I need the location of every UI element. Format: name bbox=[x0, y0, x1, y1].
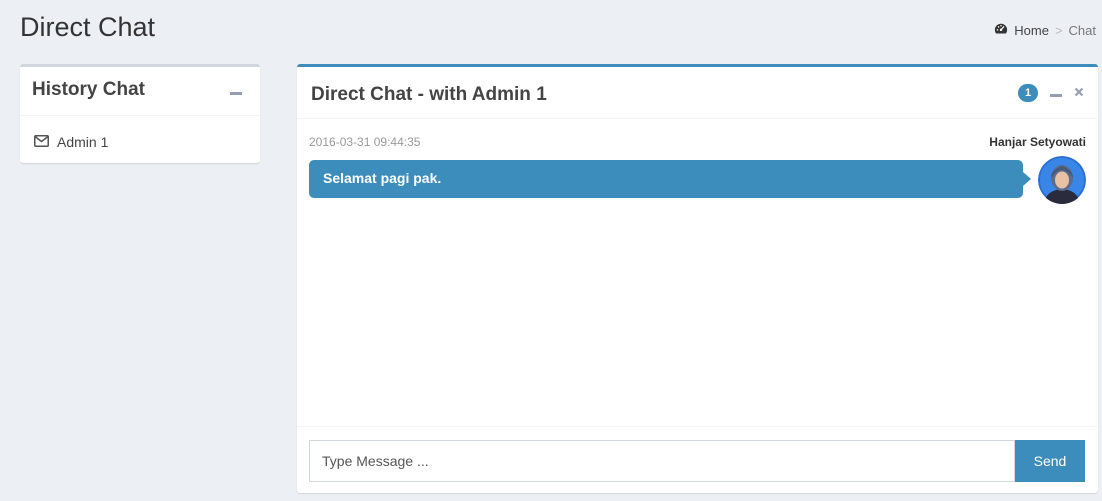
chat-box-header: Direct Chat - with Admin 1 1 bbox=[297, 67, 1098, 119]
dashboard-icon bbox=[994, 22, 1008, 39]
history-box-tools bbox=[230, 67, 242, 115]
breadcrumb-current: Chat bbox=[1068, 23, 1096, 38]
message-sender: Hanjar Setyowati bbox=[989, 135, 1086, 149]
direct-chat-box: Direct Chat - with Admin 1 1 2016-03-31 … bbox=[297, 64, 1098, 493]
new-message-badge: 1 bbox=[1018, 83, 1038, 102]
history-chat-box: History Chat Admin 1 bbox=[20, 64, 260, 163]
history-box-title: History Chat bbox=[32, 79, 145, 100]
history-box-header: History Chat bbox=[20, 67, 260, 116]
page-title: Direct Chat bbox=[20, 12, 156, 42]
breadcrumb-home-link[interactable]: Home bbox=[1014, 23, 1049, 38]
breadcrumb: Home > Chat bbox=[994, 22, 1096, 39]
message-input[interactable] bbox=[309, 440, 1015, 482]
message-timestamp: 2016-03-31 09:44:35 bbox=[309, 135, 421, 149]
message-meta: 2016-03-31 09:44:35 Hanjar Setyowati bbox=[309, 135, 1086, 151]
breadcrumb-separator: > bbox=[1054, 23, 1063, 38]
send-button[interactable]: Send bbox=[1015, 440, 1085, 482]
close-icon[interactable] bbox=[1074, 85, 1084, 101]
envelope-icon bbox=[34, 134, 49, 150]
minus-icon[interactable] bbox=[1050, 85, 1062, 101]
page-header: Direct Chat Home > Chat bbox=[0, 0, 1102, 52]
chat-box-title: Direct Chat - with Admin 1 bbox=[311, 84, 547, 105]
minus-icon[interactable] bbox=[230, 83, 242, 99]
history-item-label: Admin 1 bbox=[57, 134, 109, 150]
chat-box-tools: 1 bbox=[1018, 67, 1084, 118]
chat-footer: Send bbox=[297, 426, 1098, 493]
chat-messages: 2016-03-31 09:44:35 Hanjar Setyowati Sel… bbox=[297, 122, 1098, 428]
history-item-admin-1[interactable]: Admin 1 bbox=[34, 134, 108, 150]
message-bubble: Selamat pagi pak. bbox=[309, 160, 1031, 198]
user-avatar bbox=[1038, 156, 1086, 204]
